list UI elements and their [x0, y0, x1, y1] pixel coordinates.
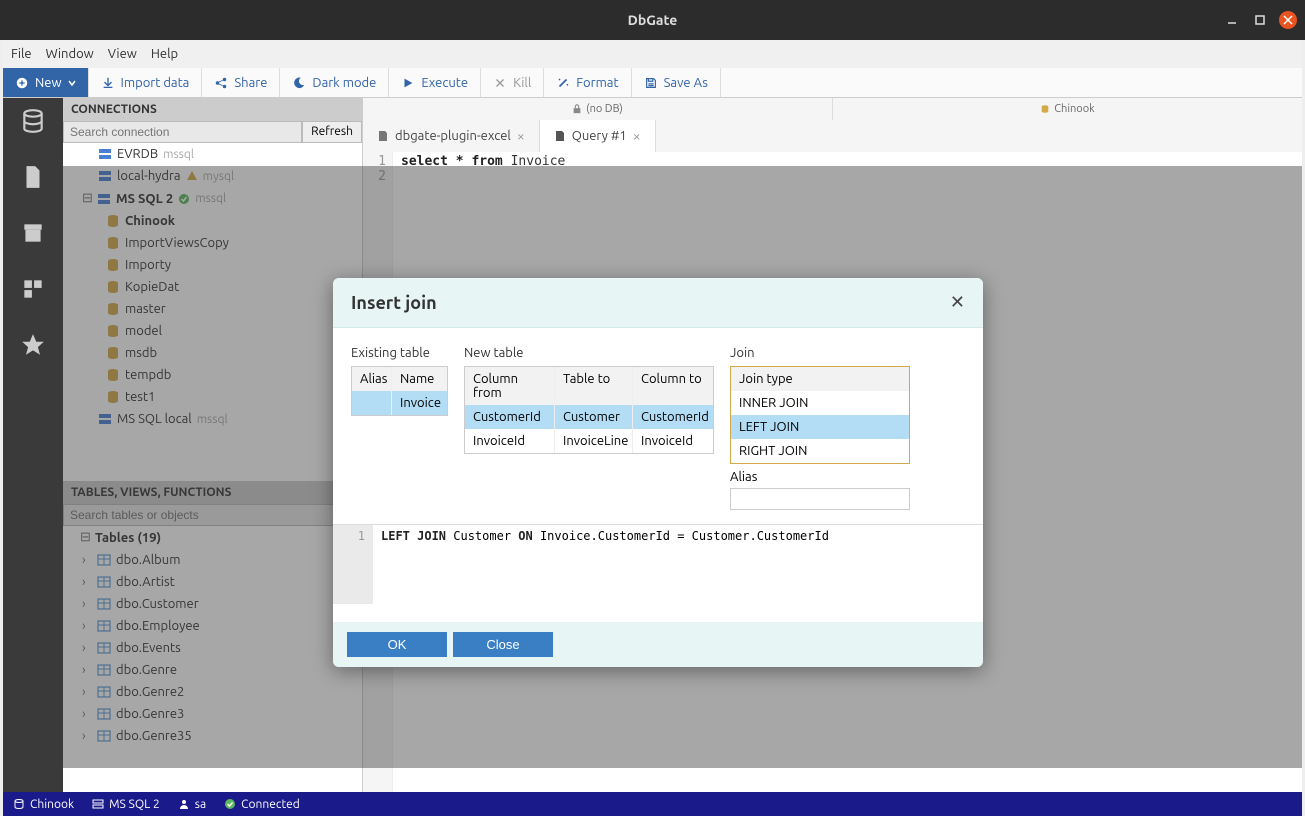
menu-file[interactable]: File [11, 47, 32, 61]
chevron-down-icon [68, 79, 76, 87]
maximize-button[interactable] [1251, 11, 1269, 29]
share-button[interactable]: Share [202, 68, 280, 97]
menu-window[interactable]: Window [46, 47, 94, 61]
close-tab-icon[interactable]: × [633, 128, 641, 144]
share-icon [214, 76, 228, 90]
modal-close-icon[interactable]: ✕ [950, 292, 965, 313]
new-table-group: New table Column fromTable toColumn to C… [464, 346, 714, 510]
file-icon [554, 130, 566, 142]
toolbar: New Import data Share Dark mode Execute … [3, 68, 1302, 98]
new-button[interactable]: New [3, 68, 89, 97]
editor-tabs: dbgate-plugin-excel × Query #1 × [363, 120, 1302, 152]
server-icon [98, 147, 112, 161]
menu-bar: File Window View Help [3, 40, 1302, 68]
database-small-icon [1040, 104, 1050, 114]
file-icon [377, 130, 389, 142]
activity-bar [3, 98, 63, 792]
save-icon [644, 76, 658, 90]
alias-label: Alias [730, 470, 910, 484]
lock-icon [572, 104, 582, 114]
star-icon[interactable] [20, 332, 46, 358]
tab-query1[interactable]: Query #1 × [540, 120, 656, 152]
import-button[interactable]: Import data [89, 68, 203, 97]
newtable-row[interactable]: InvoiceIdInvoiceLineInvoiceId [465, 429, 713, 453]
close-window-button[interactable] [1279, 11, 1297, 29]
minimize-button[interactable] [1223, 11, 1241, 29]
modal-sql-preview: 1 LEFT JOIN Customer ON Invoice.Customer… [333, 524, 983, 604]
modal-title: Insert join [351, 293, 437, 313]
db-tabs-bar: (no DB) Chinook [363, 98, 1302, 120]
wand-icon [556, 76, 570, 90]
existing-row[interactable]: Invoice [352, 391, 447, 415]
close-button[interactable]: Close [453, 632, 553, 657]
status-db[interactable]: Chinook [13, 798, 74, 811]
insert-join-modal: Insert join ✕ Existing table AliasName I… [333, 278, 983, 667]
file-icon[interactable] [20, 164, 46, 190]
format-button[interactable]: Format [544, 68, 631, 97]
download-icon [101, 76, 115, 90]
join-option[interactable]: INNER JOIN [731, 391, 909, 415]
saveas-button[interactable]: Save As [632, 68, 721, 97]
existing-table-group: Existing table AliasName Invoice [351, 346, 448, 510]
app-title: DbGate [628, 12, 678, 28]
person-icon [178, 798, 190, 810]
moon-icon [292, 76, 306, 90]
close-icon [493, 76, 507, 90]
play-icon [401, 76, 415, 90]
chinook-tab[interactable]: Chinook [833, 98, 1302, 120]
archive-icon[interactable] [20, 220, 46, 246]
nodb-tab[interactable]: (no DB) [363, 98, 833, 120]
join-option[interactable]: RIGHT JOIN [731, 439, 909, 463]
execute-button[interactable]: Execute [389, 68, 481, 97]
connections-header: CONNECTIONS [63, 98, 362, 121]
kill-button[interactable]: Kill [481, 68, 544, 97]
search-connections-input[interactable] [63, 121, 302, 143]
database-icon[interactable] [20, 108, 46, 134]
ok-button[interactable]: OK [347, 632, 447, 657]
menu-view[interactable]: View [108, 47, 137, 61]
join-option[interactable]: LEFT JOIN [731, 415, 909, 439]
check-circle-icon [224, 798, 236, 810]
connection-item[interactable]: EVRDBmssql [63, 143, 362, 165]
status-state: Connected [224, 798, 300, 811]
close-tab-icon[interactable]: × [517, 128, 525, 144]
status-user[interactable]: sa [178, 798, 206, 811]
refresh-connections-button[interactable]: Refresh [302, 121, 362, 143]
alias-input[interactable] [730, 488, 910, 510]
plus-circle-icon [15, 76, 29, 90]
menu-help[interactable]: Help [151, 47, 178, 61]
database-icon [13, 798, 25, 810]
newtable-row[interactable]: CustomerIdCustomerCustomerId [465, 405, 713, 429]
tab-plugin-excel[interactable]: dbgate-plugin-excel × [363, 120, 540, 152]
status-bar: Chinook MS SQL 2 sa Connected [3, 792, 1302, 816]
server-icon [92, 798, 104, 810]
join-group: Join Join type INNER JOIN LEFT JOIN RIGH… [730, 346, 910, 510]
status-server[interactable]: MS SQL 2 [92, 798, 160, 811]
darkmode-button[interactable]: Dark mode [280, 68, 389, 97]
title-bar: DbGate [0, 0, 1305, 40]
plugins-icon[interactable] [20, 276, 46, 302]
